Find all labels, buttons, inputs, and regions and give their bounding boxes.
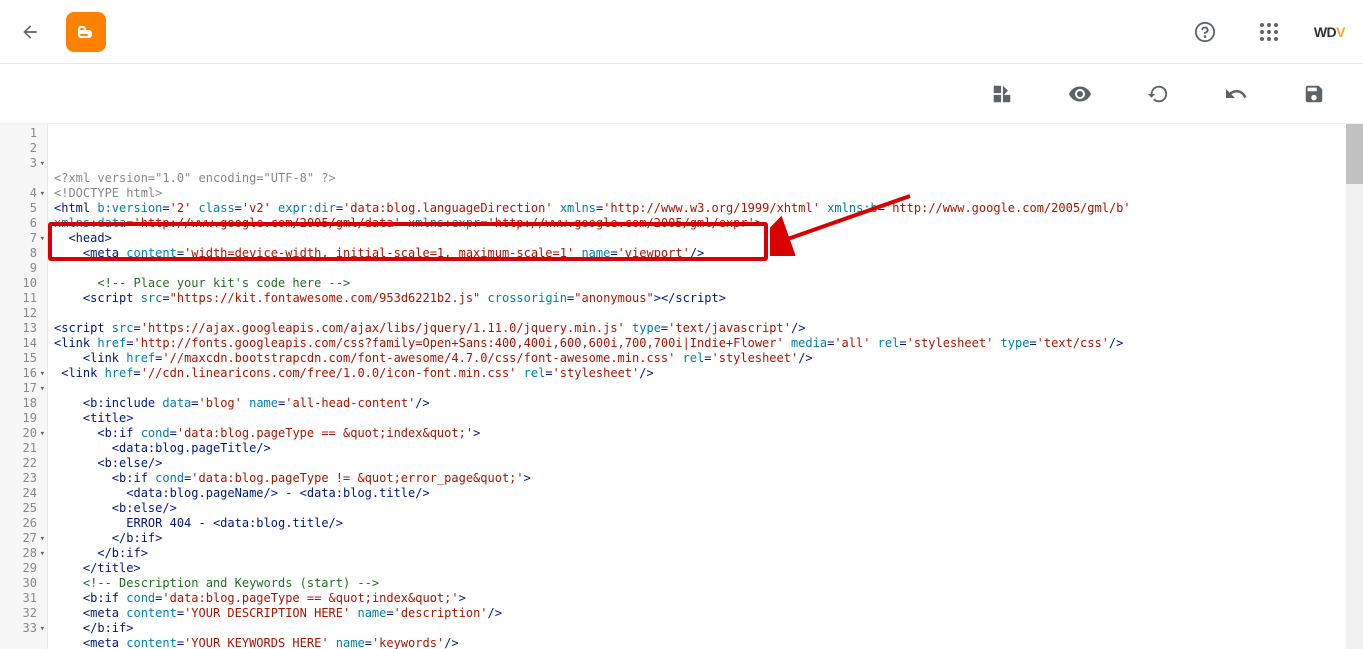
code-line[interactable]: <b:else/> (54, 501, 1363, 516)
code-line[interactable]: <head> (54, 231, 1363, 246)
line-number: 18 (0, 396, 37, 411)
code-line[interactable]: ERROR 404 - <data:blog.title/> (54, 516, 1363, 531)
fold-marker[interactable]: ▾ (40, 532, 45, 547)
line-number: 9 (0, 261, 37, 276)
fold-marker[interactable]: ▾ (40, 367, 45, 382)
code-line[interactable] (54, 306, 1363, 321)
code-line[interactable]: <meta content='YOUR KEYWORDS HERE' name=… (54, 636, 1363, 649)
editor-toolbar (0, 64, 1363, 124)
code-editor[interactable]: 123▾4▾567▾8910111213141516▾17▾181920▾212… (0, 124, 1363, 649)
code-line[interactable]: <html b:version='2' class='v2' expr:dir=… (54, 201, 1334, 231)
code-line[interactable]: </b:if> (54, 621, 1363, 636)
undo-button[interactable] (1221, 79, 1251, 109)
line-number: 22 (0, 456, 37, 471)
fold-marker[interactable]: ▾ (40, 622, 45, 637)
restore-button[interactable] (1143, 79, 1173, 109)
line-number: 1 (0, 126, 37, 141)
line-number: 17▾ (0, 381, 37, 396)
code-line[interactable] (54, 381, 1363, 396)
line-number: 20▾ (0, 426, 37, 441)
code-line[interactable]: <script src="https://kit.fontawesome.com… (54, 291, 1363, 306)
line-number: 4▾ (0, 186, 37, 201)
line-number: 8 (0, 246, 37, 261)
code-line[interactable] (54, 261, 1363, 276)
line-number: 29 (0, 561, 37, 576)
line-number: 26 (0, 516, 37, 531)
user-avatar[interactable]: WDV (1314, 24, 1345, 40)
fold-marker[interactable]: ▾ (40, 157, 45, 172)
code-line[interactable]: </b:if> (54, 531, 1363, 546)
code-line[interactable]: <!-- Place your kit's code here --> (54, 276, 1363, 291)
line-number: 24 (0, 486, 37, 501)
code-line[interactable]: <meta content='YOUR DESCRIPTION HERE' na… (54, 606, 1363, 621)
code-content[interactable]: <?xml version="1.0" encoding="UTF-8" ?><… (48, 124, 1363, 649)
code-line[interactable]: <b:if cond='data:blog.pageType == &quot;… (54, 426, 1363, 441)
code-line[interactable]: <!-- Description and Keywords (start) --… (54, 576, 1363, 591)
code-line[interactable]: <data:blog.pageTitle/> (54, 441, 1363, 456)
widgets-button[interactable] (987, 79, 1017, 109)
line-number: 6 (0, 216, 37, 231)
fold-marker[interactable]: ▾ (40, 187, 45, 202)
line-number: 27▾ (0, 531, 37, 546)
code-line[interactable]: <script src='https://ajax.googleapis.com… (54, 321, 1363, 336)
preview-button[interactable] (1065, 79, 1095, 109)
fold-marker[interactable]: ▾ (40, 382, 45, 397)
line-number: 13 (0, 321, 37, 336)
code-line[interactable]: <link href='//maxcdn.bootstrapcdn.com/fo… (54, 351, 1363, 366)
code-line[interactable]: <!DOCTYPE html> (54, 186, 1363, 201)
line-number: 16▾ (0, 366, 37, 381)
code-line[interactable]: <b:if cond='data:blog.pageType == &quot;… (54, 591, 1363, 606)
line-number: 25 (0, 501, 37, 516)
vertical-scrollbar[interactable] (1346, 124, 1363, 649)
line-number: 30 (0, 576, 37, 591)
line-number: 15 (0, 351, 37, 366)
app-header: WDV (0, 0, 1363, 64)
save-button[interactable] (1299, 79, 1329, 109)
code-line[interactable]: </b:if> (54, 546, 1363, 561)
line-number: 12 (0, 306, 37, 321)
line-number: 3▾ (0, 156, 37, 171)
code-line[interactable]: <meta content='width=device-width, initi… (54, 246, 1363, 261)
help-icon[interactable] (1190, 17, 1220, 47)
fold-marker[interactable]: ▾ (40, 547, 45, 562)
code-line[interactable]: <b:else/> (54, 456, 1363, 471)
line-number: 31 (0, 591, 37, 606)
line-number: 2 (0, 141, 37, 156)
line-number: 28▾ (0, 546, 37, 561)
line-number-gutter: 123▾4▾567▾8910111213141516▾17▾181920▾212… (0, 124, 48, 649)
line-number: 32 (0, 606, 37, 621)
apps-grid-icon[interactable] (1254, 17, 1284, 47)
code-line[interactable]: <b:if cond='data:blog.pageType != &quot;… (54, 471, 1363, 486)
line-number: 14 (0, 336, 37, 351)
code-line[interactable]: <data:blog.pageName/> - <data:blog.title… (54, 486, 1363, 501)
scrollbar-thumb[interactable] (1346, 124, 1363, 184)
code-line[interactable]: <b:include data='blog' name='all-head-co… (54, 396, 1363, 411)
blogger-logo-icon[interactable] (66, 12, 106, 52)
line-number: 5 (0, 201, 37, 216)
line-number: 11 (0, 291, 37, 306)
code-line[interactable]: <link href='//cdn.linearicons.com/free/1… (54, 366, 1363, 381)
fold-marker[interactable]: ▾ (40, 232, 45, 247)
line-number: 21 (0, 441, 37, 456)
line-number: 33▾ (0, 621, 37, 636)
fold-marker[interactable]: ▾ (40, 427, 45, 442)
line-number: 19 (0, 411, 37, 426)
code-line[interactable]: <?xml version="1.0" encoding="UTF-8" ?> (54, 171, 1363, 186)
line-number: 7▾ (0, 231, 37, 246)
line-number: 10 (0, 276, 37, 291)
line-number: 23 (0, 471, 37, 486)
code-line[interactable]: <link href='http://fonts.googleapis.com/… (54, 336, 1363, 351)
code-line[interactable]: <title> (54, 411, 1363, 426)
code-line[interactable]: </title> (54, 561, 1363, 576)
back-button[interactable] (18, 20, 42, 44)
